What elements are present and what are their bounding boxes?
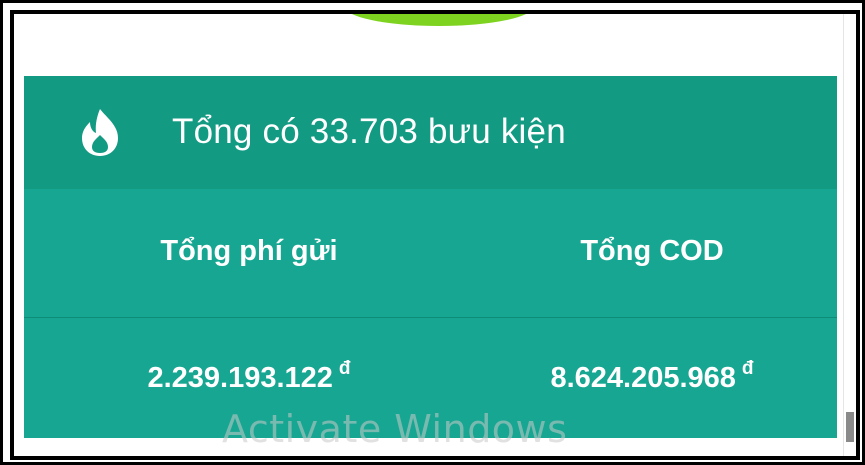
fire-icon: [82, 109, 118, 156]
total-fee-label: Tổng phí gửi: [160, 235, 338, 267]
screenshot-frame: Tổng có 33.703 bưu kiện Tổng phí gửi Tổn…: [0, 0, 865, 465]
parcel-summary-card: Tổng có 33.703 bưu kiện Tổng phí gửi Tổn…: [24, 76, 837, 438]
activate-windows-watermark: Activate Windows: [222, 407, 568, 451]
total-cod-label: Tổng COD: [580, 235, 724, 267]
green-progress-arc: [344, 14, 534, 26]
currency-symbol: đ: [338, 358, 351, 379]
total-fee-amount: 2.239.193.122: [147, 362, 333, 394]
scrollbar-thumb[interactable]: [846, 412, 854, 442]
currency-symbol: đ: [741, 358, 754, 379]
total-cod-amount: 8.624.205.968: [550, 362, 736, 394]
summary-header: Tổng có 33.703 bưu kiện: [24, 76, 837, 189]
total-fee-value: 2.239.193.122 đ: [49, 358, 449, 395]
total-parcels-title: Tổng có 33.703 bưu kiện: [172, 112, 566, 151]
window: Tổng có 33.703 bưu kiện Tổng phí gửi Tổn…: [10, 10, 860, 460]
scrollbar[interactable]: [843, 14, 856, 456]
total-cod-value: 8.624.205.968 đ: [452, 358, 852, 395]
summary-labels-row: Tổng phí gửi Tổng COD: [24, 189, 837, 318]
